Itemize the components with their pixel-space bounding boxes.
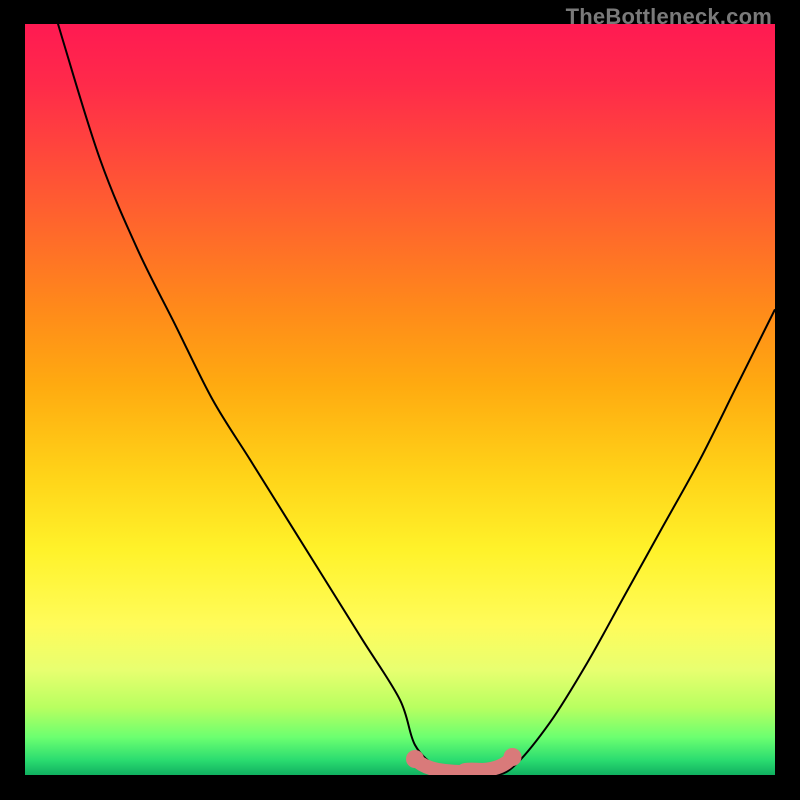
optimal-highlight	[406, 748, 522, 772]
highlight-end-dot	[504, 748, 522, 766]
plot-area	[25, 24, 775, 775]
chart-container: TheBottleneck.com	[0, 0, 800, 800]
bottleneck-curve	[25, 24, 775, 775]
curve-svg	[25, 24, 775, 775]
curve-path	[25, 24, 775, 775]
highlight-start-dot	[406, 750, 424, 768]
highlight-path	[415, 757, 513, 772]
